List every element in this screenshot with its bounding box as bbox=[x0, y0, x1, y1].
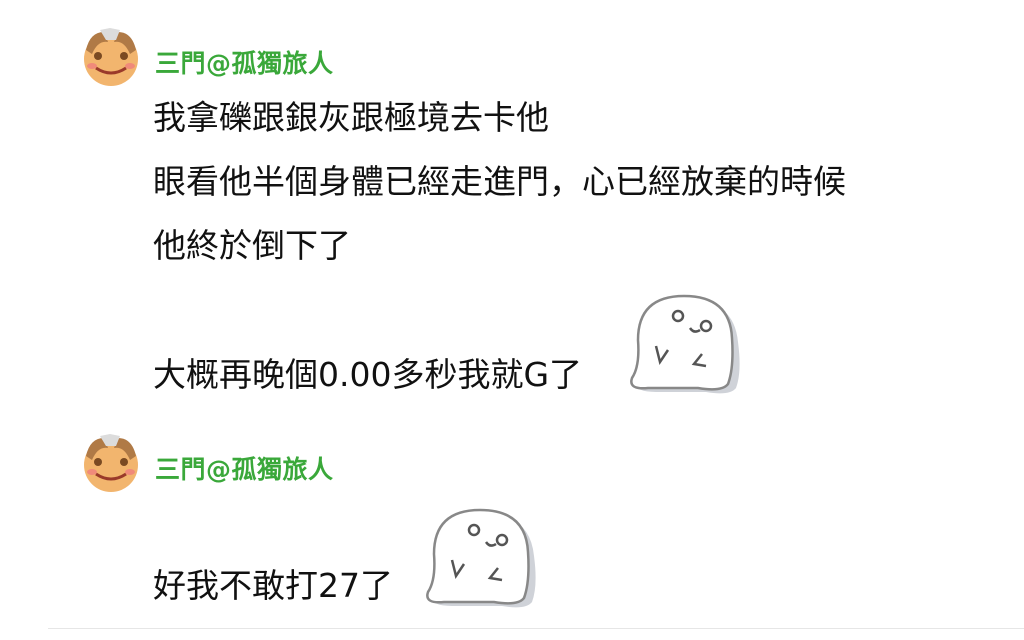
sender-name[interactable]: 三門@孤獨旅人 bbox=[155, 450, 334, 486]
ghost-shrug-sticker[interactable] bbox=[626, 292, 748, 396]
user-avatar[interactable] bbox=[80, 432, 142, 494]
user-avatar[interactable] bbox=[80, 26, 142, 88]
message-divider bbox=[48, 628, 1024, 629]
ghost-shrug-sticker[interactable] bbox=[422, 506, 544, 610]
message-text-line: 他終於倒下了 bbox=[153, 226, 351, 265]
message-text-line: 大概再晚個0.00多秒我就G了 bbox=[153, 355, 583, 394]
message-text-line: 我拿礫跟銀灰跟極境去卡他 bbox=[153, 98, 549, 137]
message-text-line: 好我不敢打27了 bbox=[153, 566, 393, 605]
sender-name[interactable]: 三門@孤獨旅人 bbox=[155, 44, 334, 80]
message-text-line: 眼看他半個身體已經走進門，心已經放棄的時候 bbox=[153, 162, 846, 201]
